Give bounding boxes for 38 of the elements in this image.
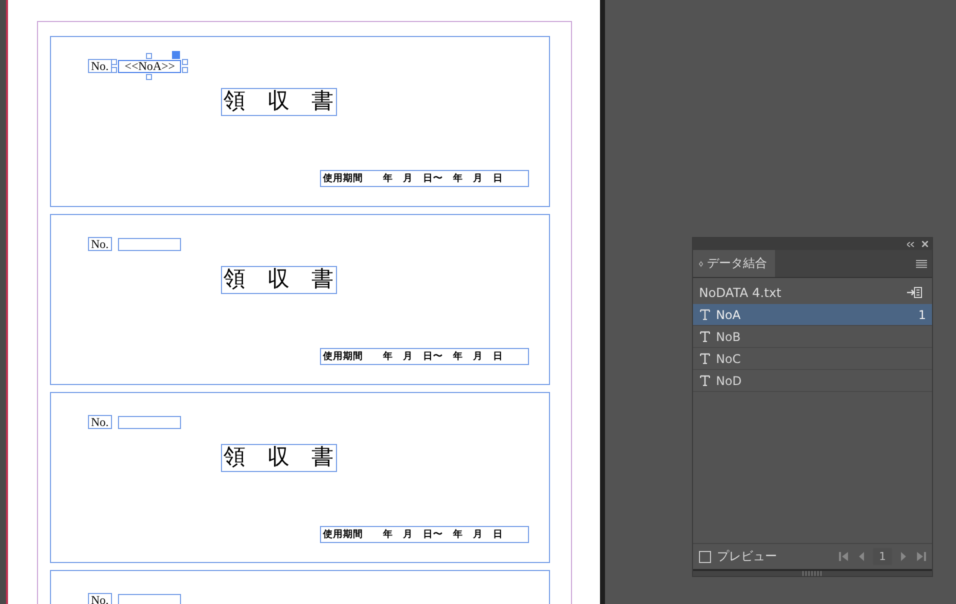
period-text: 使用期間 年 月 日〜 年 月 日 [320, 526, 529, 543]
text-field-icon [700, 375, 710, 386]
close-icon[interactable] [922, 241, 928, 247]
receipt-title: 領 収 書 [220, 444, 336, 472]
receipt-title: 領 収 書 [220, 88, 336, 116]
import-icon[interactable] [907, 286, 922, 298]
diamond-icon [699, 260, 703, 268]
record-field[interactable]: 1 [873, 548, 892, 565]
number-text-frame[interactable] [118, 238, 181, 250]
number-text-frame[interactable]: <<NoA>> [118, 60, 181, 72]
preview-label: プレビュー [717, 548, 777, 565]
text-field-icon [700, 309, 710, 320]
first-record-icon[interactable] [839, 551, 850, 562]
resize-grip-icon[interactable] [802, 571, 824, 576]
field-row[interactable]: NoA 1 [693, 304, 932, 326]
number-label: No. [88, 593, 112, 604]
preview-checkbox[interactable] [699, 550, 711, 562]
menu-icon[interactable] [916, 260, 927, 268]
resize-handle[interactable] [146, 74, 152, 80]
collapse-icon[interactable] [907, 242, 914, 246]
data-source-name: NoDATA 4.txt [699, 284, 782, 300]
period-text: 使用期間 年 月 日〜 年 月 日 [320, 170, 529, 187]
text-field-icon [700, 331, 710, 342]
last-record-icon[interactable] [915, 551, 926, 562]
field-row[interactable]: NoD [693, 370, 932, 392]
anchor-handle[interactable] [172, 50, 180, 58]
text-field-icon [700, 353, 710, 364]
period-text: 使用期間 年 月 日〜 年 月 日 [320, 348, 529, 365]
number-label: No. [88, 415, 112, 429]
field-row[interactable]: NoC [693, 348, 932, 370]
number-text-frame[interactable] [118, 416, 181, 428]
panel-tab[interactable]: データ結合 [693, 250, 775, 277]
field-row[interactable]: NoB [693, 326, 932, 348]
record-number: 1 [918, 308, 926, 322]
receipt-title: 領 収 書 [220, 266, 336, 294]
number-label: No. [88, 237, 112, 251]
number-text-frame[interactable] [118, 594, 181, 604]
resize-handle[interactable] [146, 52, 152, 58]
